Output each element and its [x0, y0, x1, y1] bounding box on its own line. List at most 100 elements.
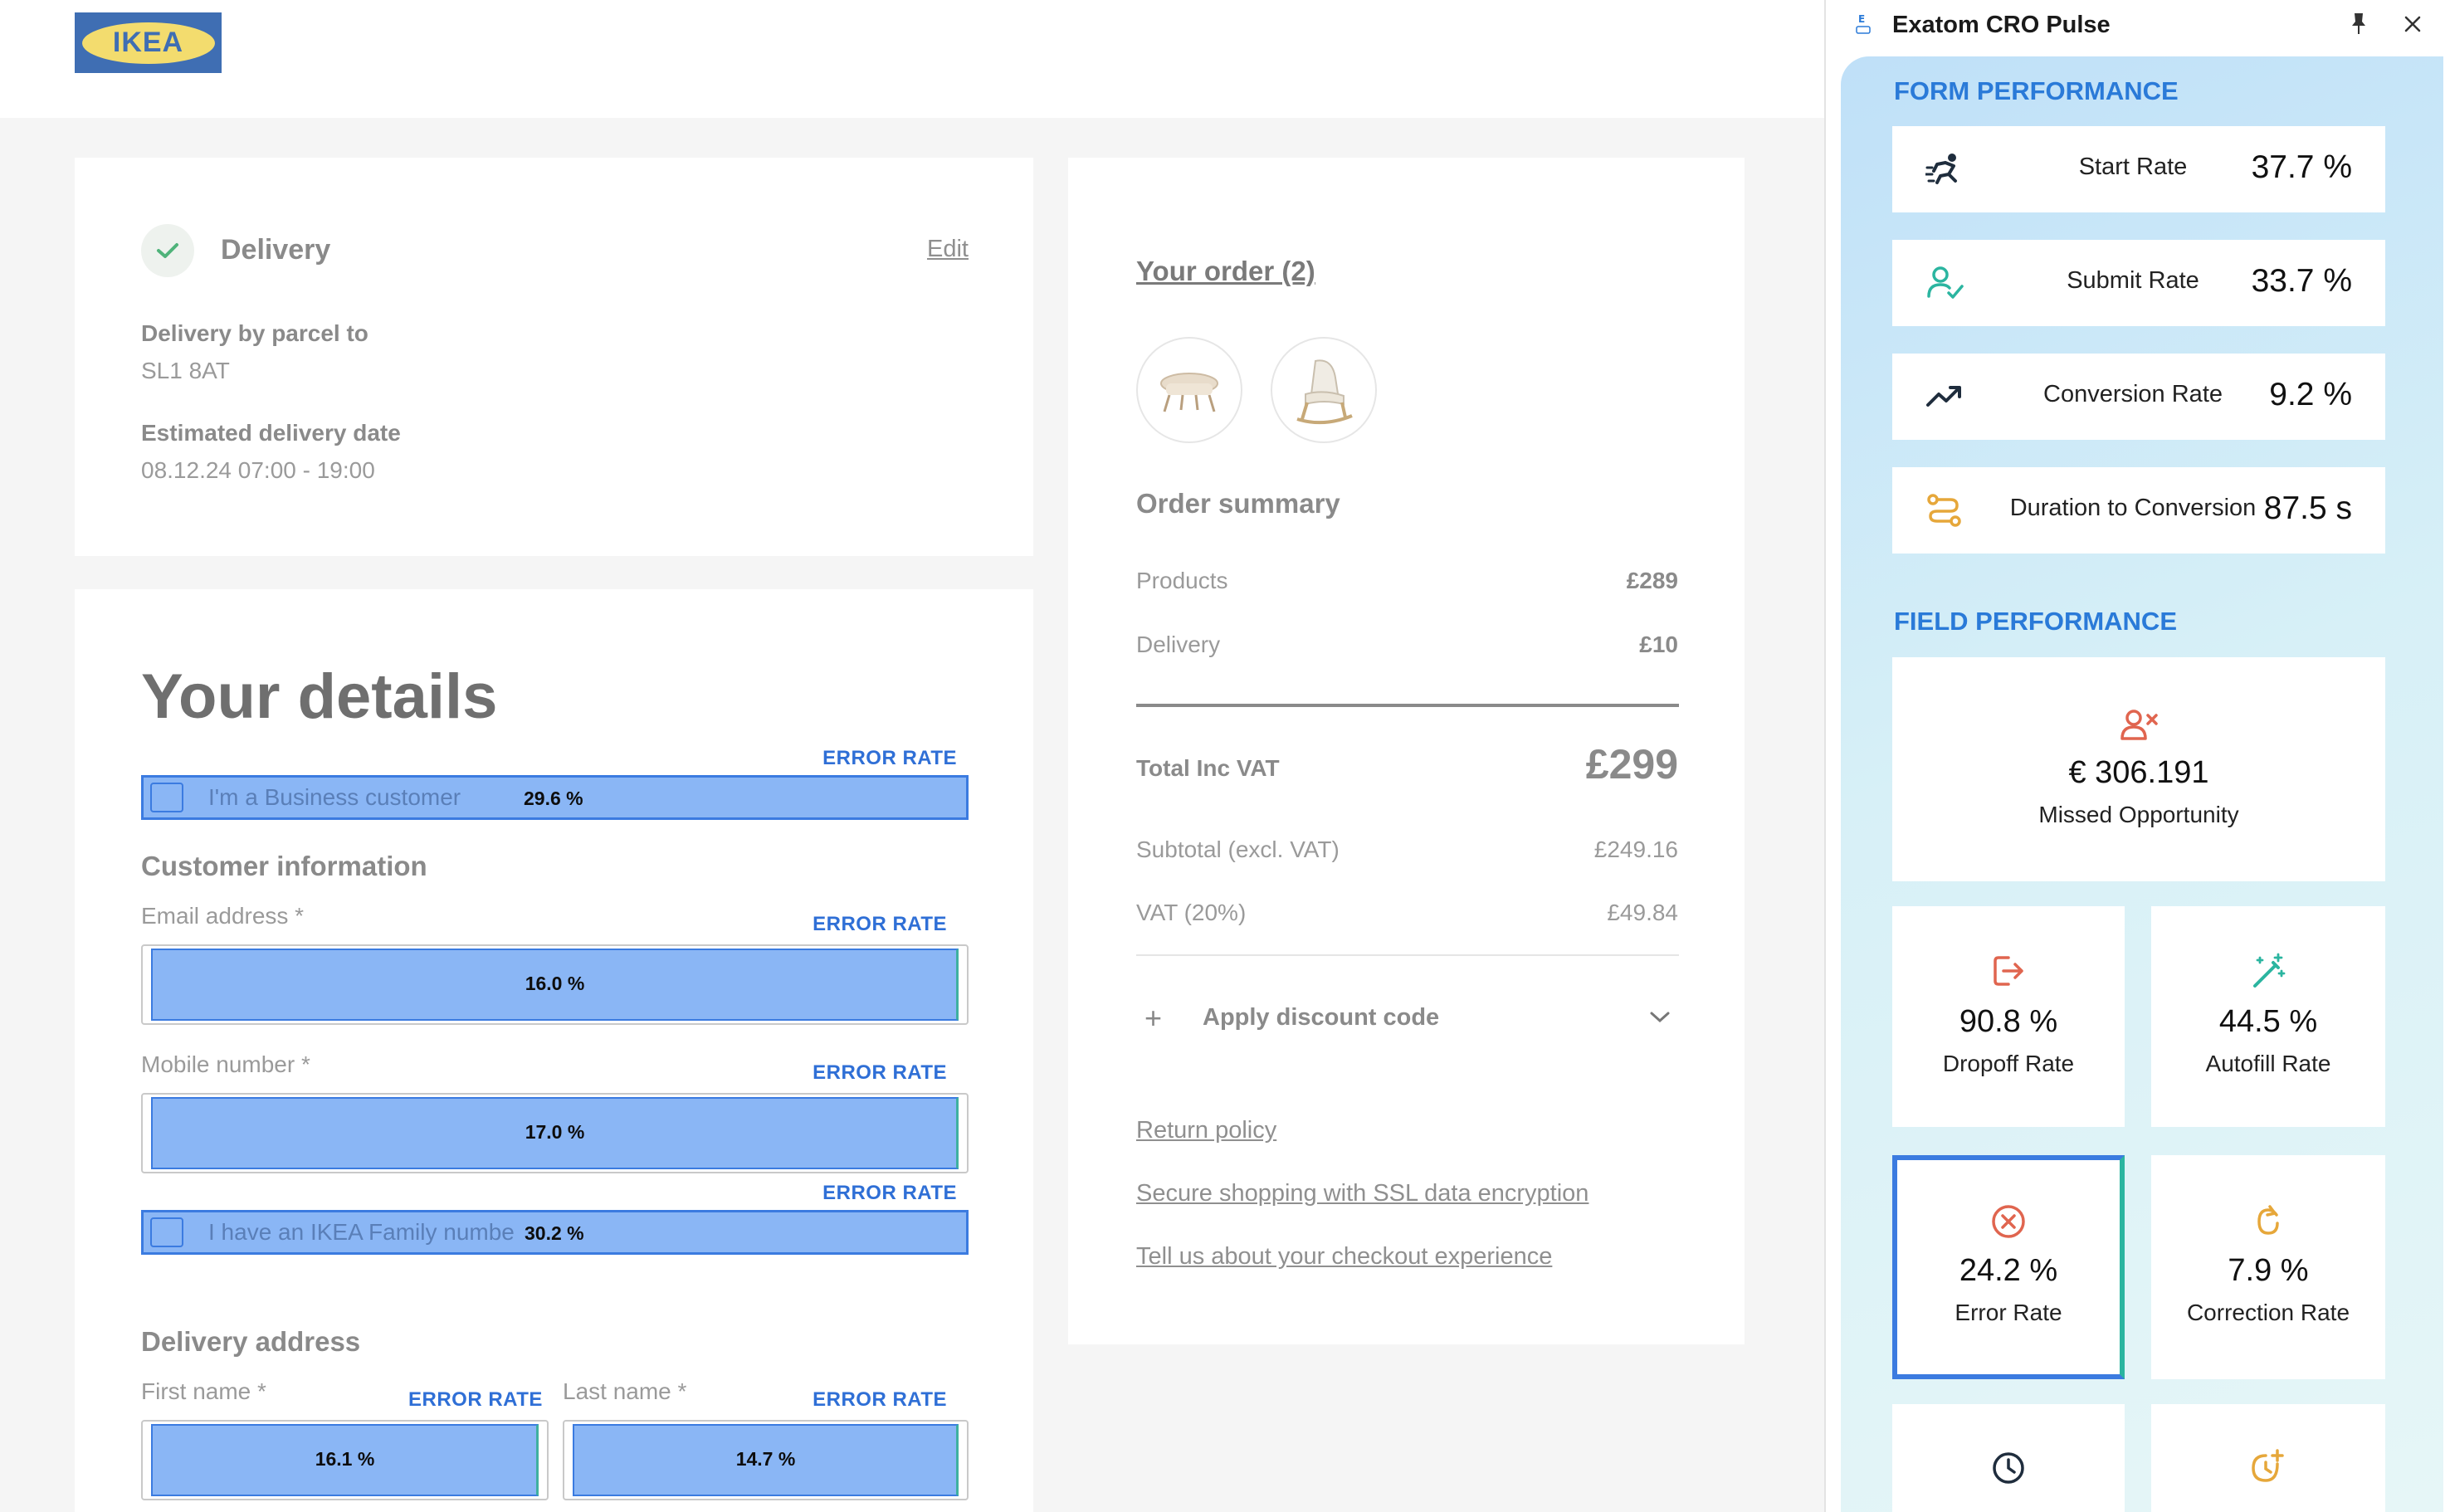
mobile-error-rate: 17.0 % — [525, 1121, 585, 1143]
ikea-logo[interactable]: IKEA — [75, 12, 222, 73]
route-icon — [1927, 494, 1961, 527]
delivery-summary-card: Delivery Edit Delivery by parcel to SL1 … — [75, 158, 1033, 556]
metric-name: Submit Rate — [2067, 267, 2199, 294]
business-error-rate: 29.6 % — [524, 788, 583, 809]
delivery-cost-label: Delivery — [1136, 632, 1221, 657]
panel-header: E Exatom CRO Pulse — [1826, 0, 2445, 51]
business-error-label: ERROR RATE — [822, 747, 957, 769]
discount-label: Apply discount code — [1203, 1004, 1440, 1031]
trend-up-icon — [1926, 386, 1961, 407]
clock-icon — [1993, 1452, 2024, 1484]
metric-name: Conversion Rate — [2043, 381, 2223, 407]
email-error-label: ERROR RATE — [813, 913, 947, 935]
magic-wand-icon — [2253, 953, 2286, 988]
checkout-page: IKEA Delivery Edit Delivery by parcel to… — [0, 0, 1824, 1512]
extra-time-metric-card[interactable] — [2151, 1404, 2385, 1512]
autofill-rate-card[interactable]: 44.5 % Autofill Rate — [2151, 906, 2385, 1127]
chevron-down-icon — [1650, 1012, 1670, 1023]
products-label: Products — [1136, 568, 1228, 593]
last-name-label: Last name * — [563, 1378, 687, 1404]
error-circle-icon — [1992, 1205, 2025, 1238]
email-label: Email address * — [141, 903, 305, 929]
missed-opportunity-value: € 306.191 — [2068, 755, 2209, 790]
start-rate-card[interactable]: Start Rate 37.7 % — [1892, 126, 2385, 212]
user-x-icon — [2120, 710, 2158, 740]
feedback-link[interactable]: Tell us about your checkout experience — [1136, 1243, 1552, 1271]
mobile-error-label: ERROR RATE — [813, 1061, 947, 1084]
panel-body: FORM PERFORMANCE Start Rate 37.7 % Submi… — [1841, 56, 2443, 1512]
mobile-field[interactable]: 17.0 % — [141, 1093, 969, 1173]
your-order-link[interactable]: Your order (2) — [1136, 256, 1315, 287]
autofill-rate-value: 44.5 % — [2218, 1004, 2318, 1039]
business-customer-checkbox[interactable]: I'm a Business customer 29.6 % — [141, 775, 969, 820]
discount-code-toggle[interactable]: + Apply discount code — [1136, 997, 1679, 1039]
missed-opportunity-label: Missed Opportunity — [2038, 802, 2239, 827]
correction-rate-label: Correction Rate — [2186, 1300, 2350, 1325]
first-name-label: First name * — [141, 1378, 266, 1404]
exatom-logo-icon: E — [1856, 13, 1871, 34]
customer-info-title: Customer information — [141, 851, 427, 881]
svg-text:E: E — [1858, 13, 1865, 25]
first-name-field[interactable]: 16.1 % — [141, 1420, 549, 1500]
close-icon[interactable] — [2404, 15, 2422, 33]
dropoff-rate-card[interactable]: 90.8 % Dropoff Rate — [1892, 906, 2125, 1127]
dropoff-rate-label: Dropoff Rate — [1942, 1051, 2075, 1076]
panel-title: Exatom CRO Pulse — [1892, 12, 2111, 38]
vat-label: VAT (20%) — [1136, 900, 1247, 925]
business-checkbox-label: I'm a Business customer — [208, 784, 461, 810]
error-rate-value: 24.2 % — [1959, 1253, 2058, 1288]
metric-value: 37.7 % — [2251, 149, 2352, 185]
delivery-title: Delivery — [221, 234, 331, 266]
metric-name: Duration to Conversion — [2009, 495, 2257, 521]
checkbox-square — [150, 1217, 183, 1247]
edit-delivery-link[interactable]: Edit — [927, 236, 969, 263]
mobile-label: Mobile number * — [141, 1051, 310, 1077]
correction-rate-value: 7.9 % — [2228, 1253, 2309, 1288]
family-checkbox-label: I have an IKEA Family numbe — [208, 1219, 515, 1245]
divider — [1136, 954, 1679, 956]
family-error-rate: 30.2 % — [525, 1222, 584, 1244]
logo-text: IKEA — [112, 27, 184, 58]
dropoff-rate-value: 90.8 % — [1959, 1004, 2058, 1039]
your-details-title: Your details — [141, 661, 498, 732]
plus-icon: + — [1144, 1001, 1163, 1035]
subtotal-label: Subtotal (excl. VAT) — [1136, 836, 1340, 862]
postcode: SL1 8AT — [141, 358, 230, 383]
last-name-field[interactable]: 14.7 % — [563, 1420, 969, 1500]
error-rate-card[interactable]: 24.2 % Error Rate — [1892, 1155, 2125, 1379]
first-name-error-label: ERROR RATE — [408, 1388, 543, 1411]
autofill-rate-label: Autofill Rate — [2205, 1051, 2331, 1076]
submit-rate-card[interactable]: Submit Rate 33.7 % — [1892, 240, 2385, 326]
time-metric-card[interactable] — [1892, 1404, 2125, 1512]
return-policy-link[interactable]: Return policy — [1136, 1117, 1276, 1144]
delivery-cost-value: £10 — [1639, 632, 1678, 657]
error-rate-label: Error Rate — [1955, 1300, 2062, 1325]
field-performance-title: FIELD PERFORMANCE — [1894, 607, 2177, 636]
checkbox-square — [150, 783, 183, 812]
subtotal-value: £249.16 — [1593, 836, 1678, 862]
metric-value: 33.7 % — [2251, 263, 2352, 299]
email-field[interactable]: 16.0 % — [141, 944, 969, 1025]
parcel-label: Delivery by parcel to — [141, 320, 368, 346]
user-check-icon — [1927, 266, 1964, 299]
first-name-error-rate: 16.1 % — [315, 1448, 375, 1470]
order-summary-card: Your order (2) Order summary Products £2… — [1068, 158, 1745, 1344]
correction-rate-card[interactable]: 7.9 % Correction Rate — [2151, 1155, 2385, 1379]
runner-icon — [1925, 154, 1957, 184]
exit-icon — [1994, 956, 2023, 986]
footstool-icon[interactable] — [1136, 337, 1242, 443]
products-value: £289 — [1626, 568, 1678, 593]
rocking-chair-icon[interactable] — [1271, 337, 1377, 443]
form-performance-title: FORM PERFORMANCE — [1894, 76, 2179, 105]
family-error-label: ERROR RATE — [822, 1182, 957, 1204]
duration-to-conversion-card[interactable]: Duration to Conversion 87.5 s — [1892, 467, 2385, 554]
pin-icon[interactable] — [2349, 12, 2369, 37]
ikea-family-checkbox[interactable]: I have an IKEA Family numbe 30.2 % — [141, 1210, 969, 1255]
metric-value: 9.2 % — [2269, 377, 2352, 412]
conversion-rate-card[interactable]: Conversion Rate 9.2 % — [1892, 354, 2385, 440]
missed-opportunity-card[interactable]: € 306.191 Missed Opportunity — [1892, 657, 2385, 881]
order-summary-title: Order summary — [1136, 488, 1340, 519]
ssl-info-link[interactable]: Secure shopping with SSL data encryption — [1136, 1180, 1589, 1207]
refresh-icon — [2257, 1205, 2279, 1235]
metric-name: Start Rate — [2078, 154, 2188, 180]
